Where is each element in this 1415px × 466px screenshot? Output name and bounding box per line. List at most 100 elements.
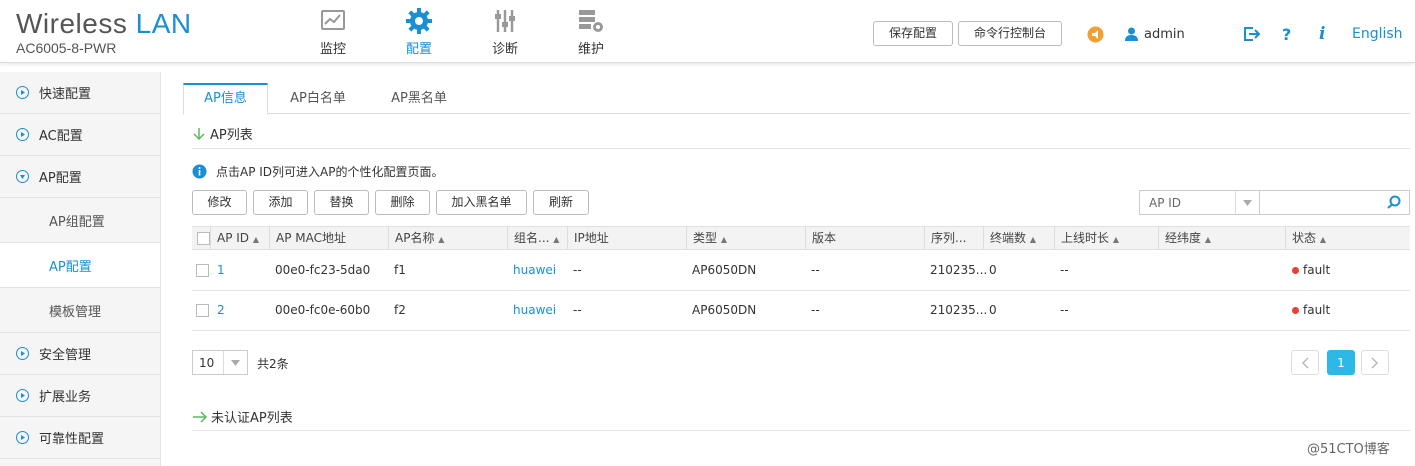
language-switch[interactable]: English [1352, 22, 1403, 46]
alarm-icon[interactable] [1087, 22, 1104, 46]
search-icon[interactable] [1387, 195, 1401, 209]
monitor-icon [290, 8, 376, 34]
table-row[interactable]: 2 00e0-fc0e-60b0 f2 huawei -- AP6050DN -… [192, 291, 1410, 331]
ap-list-section-toggle[interactable]: AP列表 [192, 124, 253, 143]
add-to-blacklist-button[interactable]: 加入黑名单 [436, 190, 527, 215]
sidebar-item-reliability[interactable]: 可靠性配置 [0, 417, 160, 459]
fault-dot-icon [1292, 307, 1299, 314]
cell-uptime: -- [1060, 263, 1069, 277]
total-count: 共2条 [257, 357, 289, 371]
group-link[interactable]: huawei [513, 291, 556, 330]
sidebar-item-label: AP配置 [39, 171, 82, 186]
column-header[interactable]: 序列... [924, 227, 983, 249]
sidebar-item-label: 扩展业务 [39, 390, 92, 405]
column-header[interactable]: 组名... ▲ [507, 227, 567, 249]
search-field-select[interactable]: AP ID [1140, 191, 1260, 214]
info-circle-icon [192, 164, 207, 179]
chevron-down-icon [1235, 191, 1259, 214]
next-page-button[interactable] [1361, 350, 1389, 375]
sidebar-subitem-ap-group[interactable]: AP组配置 [0, 198, 160, 243]
column-header[interactable]: 上线时长 ▲ [1054, 227, 1158, 249]
cell-mac: 00e0-fc23-5da0 [275, 263, 371, 277]
row-checkbox[interactable] [196, 264, 209, 277]
user-menu[interactable]: admin [1125, 22, 1185, 46]
status-badge: fault [1292, 251, 1330, 290]
tab-ap-blacklist[interactable]: AP黑名单 [379, 83, 459, 114]
prev-page-button[interactable] [1291, 350, 1319, 375]
column-header[interactable]: 版本 [805, 227, 924, 249]
chevron-down-icon [223, 351, 247, 374]
add-button[interactable]: 添加 [253, 190, 308, 215]
column-header[interactable]: IP地址 [567, 227, 686, 249]
save-config-button[interactable]: 保存配置 [873, 21, 953, 46]
group-link[interactable]: huawei [513, 251, 556, 290]
nav-monitor[interactable]: 监控 [290, 0, 376, 63]
user-name: admin [1144, 26, 1185, 42]
column-header-label: 状态 [1292, 231, 1317, 245]
tab-ap-whitelist[interactable]: AP白名单 [278, 83, 358, 114]
sidebar-item-quick-config[interactable]: 快速配置 [0, 72, 160, 114]
nav-config[interactable]: 配置 [376, 0, 462, 63]
sidebar-item-ap-config[interactable]: AP配置 [0, 156, 160, 198]
sidebar-subitem-ap-config[interactable]: AP配置 [0, 243, 160, 288]
column-header-label: AP名称 [395, 231, 435, 245]
ap-id-link[interactable]: 2 [217, 291, 225, 330]
column-header[interactable]: 经纬度 ▲ [1158, 227, 1286, 249]
cli-console-button[interactable]: 命令行控制台 [958, 21, 1062, 46]
nav-maintain-label: 维护 [577, 42, 604, 57]
column-header-label: IP地址 [574, 231, 609, 245]
cell-mac: 00e0-fc0e-60b0 [275, 303, 371, 317]
column-header[interactable]: AP ID ▲ [210, 227, 270, 249]
nav-maintain[interactable]: 维护 [548, 0, 634, 63]
ap-id-link[interactable]: 1 [217, 251, 225, 290]
nav-diagnose[interactable]: 诊断 [462, 0, 548, 63]
replace-button[interactable]: 替换 [314, 190, 369, 215]
logout-icon[interactable] [1243, 22, 1261, 46]
chevron-left-icon [1301, 356, 1309, 369]
server-gear-icon [548, 8, 634, 34]
brand: Wireless LAN AC6005-8-PWR [16, 8, 192, 56]
row-checkbox[interactable] [196, 304, 209, 317]
nav-diagnose-label: 诊断 [491, 42, 518, 57]
column-header[interactable]: AP名称 ▲ [388, 227, 507, 249]
refresh-button[interactable]: 刷新 [533, 190, 589, 215]
cell-type: AP6050DN [692, 303, 757, 317]
search-input[interactable] [1261, 191, 1381, 214]
cell-clients: 0 [989, 263, 997, 277]
select-all-checkbox[interactable] [197, 232, 210, 245]
column-header-label: AP MAC地址 [276, 231, 346, 245]
sidebar-item-label: 快速配置 [39, 87, 92, 102]
help-icon[interactable]: ? [1282, 22, 1291, 46]
column-header[interactable]: 类型 ▲ [686, 227, 805, 249]
sidebar-item-extended[interactable]: 扩展业务 [0, 375, 160, 417]
sidebar: 快速配置 AC配置 AP配置 AP组配置 AP配置 模板管理 安全管理 扩展业务… [0, 72, 161, 466]
column-header-label: 序列... [931, 231, 967, 245]
delete-button[interactable]: 删除 [375, 190, 430, 215]
chevron-down-icon [16, 170, 29, 183]
column-header[interactable]: AP MAC地址 [269, 227, 388, 249]
unauth-ap-list-toggle[interactable]: 未认证AP列表 [192, 407, 293, 426]
chevron-right-icon [16, 86, 29, 99]
info-icon[interactable]: i [1319, 22, 1325, 46]
sidebar-subitem-template[interactable]: 模板管理 [0, 288, 160, 333]
sidebar-item-security[interactable]: 安全管理 [0, 333, 160, 375]
watermark: @51CTO博客 [1307, 442, 1390, 457]
tab-ap-info[interactable]: AP信息 [183, 83, 268, 115]
sidebar-item-label: 安全管理 [39, 348, 92, 363]
page-number-button[interactable]: 1 [1327, 350, 1355, 375]
nav-config-label: 配置 [405, 42, 432, 57]
cell-version: -- [811, 303, 820, 317]
modify-button[interactable]: 修改 [192, 190, 247, 215]
gear-icon [376, 8, 462, 34]
chevron-right-icon [16, 431, 29, 444]
brand-title: Wireless LAN [16, 8, 192, 40]
column-header-label: 类型 [693, 231, 718, 245]
fault-dot-icon [1292, 267, 1299, 274]
page-size-select[interactable]: 10 [192, 350, 248, 375]
table-row[interactable]: 1 00e0-fc23-5da0 f1 huawei -- AP6050DN -… [192, 251, 1410, 291]
status-badge: fault [1292, 291, 1330, 330]
cell-serial: 210235... [930, 303, 988, 317]
column-header[interactable]: 状态 ▲ [1285, 227, 1410, 249]
sidebar-item-ac-config[interactable]: AC配置 [0, 114, 160, 156]
column-header[interactable]: 终端数 ▲ [983, 227, 1055, 249]
